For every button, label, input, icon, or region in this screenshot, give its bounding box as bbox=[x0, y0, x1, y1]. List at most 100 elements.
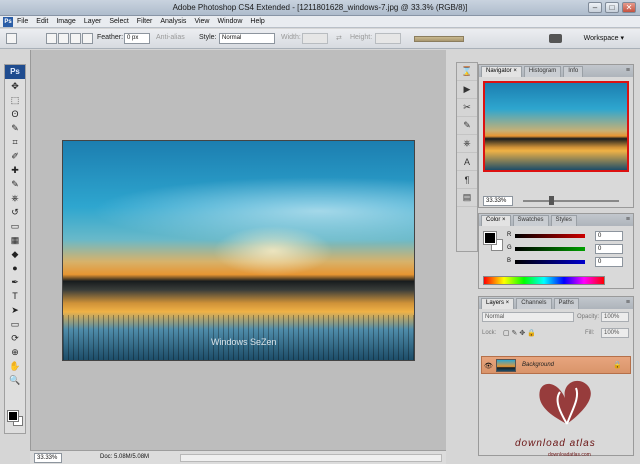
type-tool-icon[interactable]: T bbox=[5, 289, 25, 303]
paragraph-icon[interactable]: ¶ bbox=[457, 171, 477, 189]
tab-paths[interactable]: Paths bbox=[553, 298, 579, 309]
tab-layers[interactable]: Layers × bbox=[481, 298, 515, 309]
channel-slider-b[interactable] bbox=[515, 260, 585, 264]
navigator-panel: Navigator × Histogram Info ≡ 33.33% bbox=[478, 64, 634, 208]
title-bar: Adobe Photoshop CS4 Extended - [12118016… bbox=[0, 0, 640, 16]
workspace-button[interactable]: Workspace ▾ bbox=[584, 34, 624, 42]
feather-input[interactable]: 0 px bbox=[124, 33, 150, 44]
navigator-zoom-field[interactable]: 33.33% bbox=[483, 196, 513, 206]
color-foreground-swatch[interactable] bbox=[483, 231, 497, 245]
healing-brush-tool-icon[interactable]: ✚ bbox=[5, 163, 25, 177]
panel-dock: ⌛ ▶ ✂ ✎ ⎈ A ¶ ▤ bbox=[456, 62, 478, 252]
menu-help[interactable]: Help bbox=[250, 18, 264, 25]
height-label: Height: bbox=[350, 34, 373, 41]
menu-select[interactable]: Select bbox=[109, 18, 128, 25]
maximize-button[interactable]: □ bbox=[605, 2, 619, 13]
menu-analysis[interactable]: Analysis bbox=[160, 18, 186, 25]
width-input[interactable] bbox=[302, 33, 328, 44]
crop-tool-icon[interactable]: ⌗ bbox=[5, 135, 25, 149]
history-icon[interactable]: ⌛ bbox=[457, 63, 477, 81]
move-tool-icon[interactable]: ✥ bbox=[5, 79, 25, 93]
tab-histogram[interactable]: Histogram bbox=[523, 66, 562, 77]
tab-channels[interactable]: Channels bbox=[516, 298, 552, 309]
panel-menu-icon[interactable]: ≡ bbox=[626, 67, 630, 74]
actions-icon[interactable]: ▶ bbox=[457, 81, 477, 99]
tab-styles[interactable]: Styles bbox=[550, 215, 577, 226]
eraser-tool-icon[interactable]: ▭ bbox=[5, 219, 25, 233]
panel-menu-icon[interactable]: ≡ bbox=[626, 299, 630, 306]
dodge-tool-icon[interactable]: ● bbox=[5, 261, 25, 275]
zoom-field[interactable]: 33.33% bbox=[34, 453, 62, 463]
style-select[interactable]: Normal bbox=[219, 33, 275, 44]
history-brush-tool-icon[interactable]: ↺ bbox=[5, 205, 25, 219]
menu-image[interactable]: Image bbox=[56, 18, 75, 25]
doc-info[interactable]: Doc: 5.08M/5.08M bbox=[100, 454, 149, 460]
lock-icons[interactable]: ▢ ✎ ✥ 🔒 bbox=[503, 329, 536, 337]
fill-input[interactable]: 100% bbox=[601, 328, 629, 338]
blend-mode-select[interactable]: Normal bbox=[482, 312, 574, 322]
character-icon[interactable]: A bbox=[457, 153, 477, 171]
navigator-thumbnail[interactable] bbox=[483, 81, 629, 172]
refine-edge-button[interactable] bbox=[414, 36, 464, 42]
height-input[interactable] bbox=[375, 33, 401, 44]
add-selection-icon[interactable] bbox=[58, 33, 69, 44]
brush-tool-icon[interactable]: ✎ bbox=[5, 177, 25, 191]
clone-source-icon[interactable]: ⎈ bbox=[457, 135, 477, 153]
document-image[interactable]: Windows SeZen bbox=[62, 140, 415, 361]
download-atlas-logo bbox=[539, 380, 591, 425]
minimize-button[interactable]: – bbox=[588, 2, 602, 13]
eyedropper-tool-icon[interactable]: ✐ bbox=[5, 149, 25, 163]
window-controls: – □ ✕ bbox=[588, 2, 636, 13]
info-icon[interactable]: ▤ bbox=[457, 189, 477, 207]
3d-rotate-tool-icon[interactable]: ⟳ bbox=[5, 331, 25, 345]
channel-value-b[interactable]: 0 bbox=[595, 257, 623, 267]
eye-icon[interactable]: 👁 bbox=[484, 362, 493, 370]
shape-tool-icon[interactable]: ▭ bbox=[5, 317, 25, 331]
channel-slider-r[interactable] bbox=[515, 234, 585, 238]
menu-window[interactable]: Window bbox=[217, 18, 242, 25]
layer-row-background[interactable]: 👁 Background 🔒 bbox=[481, 356, 631, 374]
menu-edit[interactable]: Edit bbox=[36, 18, 48, 25]
navigator-zoom-slider[interactable] bbox=[523, 200, 619, 202]
marquee-tool-icon[interactable]: ⬚ bbox=[5, 93, 25, 107]
blur-tool-icon[interactable]: ◆ bbox=[5, 247, 25, 261]
lasso-tool-icon[interactable]: ʘ bbox=[5, 107, 25, 121]
opacity-input[interactable]: 100% bbox=[601, 312, 629, 322]
panel-menu-icon[interactable]: ≡ bbox=[626, 216, 630, 223]
subtract-selection-icon[interactable] bbox=[70, 33, 81, 44]
hand-tool-icon[interactable]: ✋ bbox=[5, 359, 25, 373]
feather-label: Feather: bbox=[97, 34, 124, 41]
tab-info[interactable]: Info bbox=[563, 66, 584, 77]
clone-stamp-tool-icon[interactable]: ⎈ bbox=[5, 191, 25, 205]
gradient-tool-icon[interactable]: ▦ bbox=[5, 233, 25, 247]
new-selection-icon[interactable] bbox=[46, 33, 57, 44]
close-button[interactable]: ✕ bbox=[622, 2, 636, 13]
path-select-tool-icon[interactable]: ➤ bbox=[5, 303, 25, 317]
menu-filter[interactable]: Filter bbox=[137, 18, 153, 25]
tab-navigator[interactable]: Navigator × bbox=[481, 66, 522, 77]
bridge-icon[interactable] bbox=[549, 34, 562, 43]
intersect-selection-icon[interactable] bbox=[82, 33, 93, 44]
brushes-icon[interactable]: ✎ bbox=[457, 117, 477, 135]
channel-value-g[interactable]: 0 bbox=[595, 244, 623, 254]
swap-icon[interactable]: ⇄ bbox=[336, 34, 342, 42]
channel-slider-g[interactable] bbox=[515, 247, 585, 251]
foreground-color-swatch[interactable] bbox=[7, 410, 19, 422]
marquee-preset-icon[interactable] bbox=[6, 33, 17, 44]
channel-value-r[interactable]: 0 bbox=[595, 231, 623, 241]
menu-view[interactable]: View bbox=[194, 18, 209, 25]
color-spectrum-ramp[interactable] bbox=[483, 276, 605, 285]
pen-tool-icon[interactable]: ✒ bbox=[5, 275, 25, 289]
menu-file[interactable]: File bbox=[17, 18, 28, 25]
app-badge[interactable]: Ps bbox=[3, 17, 13, 27]
tab-color[interactable]: Color × bbox=[481, 215, 511, 226]
quick-select-tool-icon[interactable]: ✎ bbox=[5, 121, 25, 135]
navigator-slider-knob[interactable] bbox=[549, 196, 554, 205]
menu-layer[interactable]: Layer bbox=[84, 18, 102, 25]
logo-subtext: downloadatlas.com bbox=[548, 452, 591, 458]
tools-presets-icon[interactable]: ✂ bbox=[457, 99, 477, 117]
tab-swatches[interactable]: Swatches bbox=[512, 215, 549, 226]
3d-orbit-tool-icon[interactable]: ⊕ bbox=[5, 345, 25, 359]
horizontal-scrollbar[interactable] bbox=[180, 454, 442, 462]
zoom-tool-icon[interactable]: 🔍 bbox=[5, 373, 25, 387]
